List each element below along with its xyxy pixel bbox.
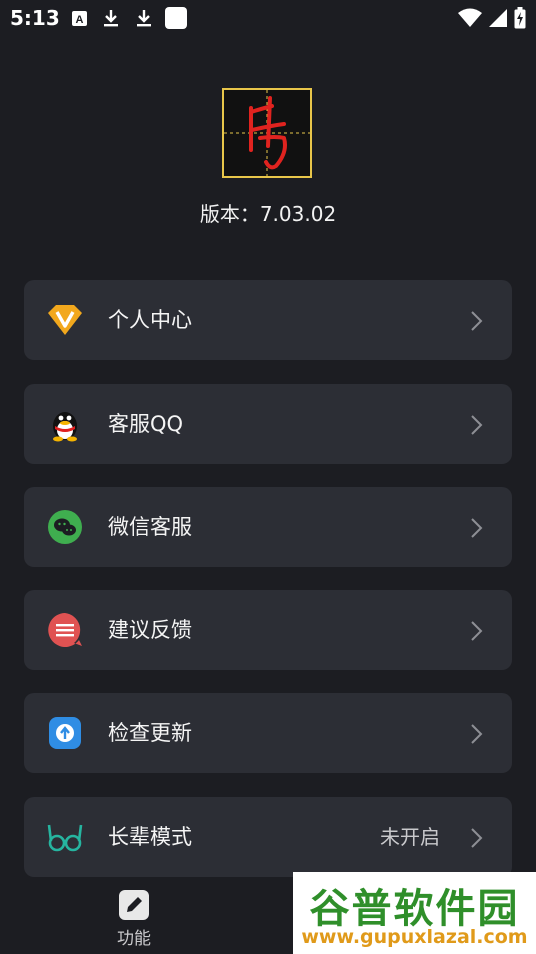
tab-label: 功能 bbox=[117, 929, 151, 949]
tab-function[interactable]: 功能 bbox=[110, 890, 158, 950]
menu-item-wechat-service[interactable]: 微信客服 bbox=[24, 487, 512, 567]
svg-text:A: A bbox=[76, 14, 84, 26]
download-icon bbox=[137, 10, 151, 27]
status-time: 5:13 bbox=[10, 6, 60, 30]
menu-item-label: 个人中心 bbox=[108, 308, 192, 332]
chevron-right-icon bbox=[471, 621, 483, 641]
signal-icon bbox=[489, 9, 507, 27]
battery-charging-icon bbox=[514, 7, 526, 29]
menu-item-label: 长辈模式 bbox=[108, 825, 192, 849]
watermark-url: www.gupuxlazal.com bbox=[301, 926, 528, 948]
feedback-icon bbox=[48, 613, 82, 647]
chevron-right-icon bbox=[471, 518, 483, 538]
a-box-icon: A bbox=[72, 11, 87, 26]
menu-item-label: 检查更新 bbox=[108, 721, 192, 745]
wechat-icon bbox=[48, 510, 82, 544]
update-icon bbox=[49, 717, 81, 749]
chevron-right-icon bbox=[471, 724, 483, 744]
vip-diamond-icon bbox=[48, 305, 82, 335]
qq-penguin-icon bbox=[53, 412, 77, 442]
edit-pencil-icon bbox=[119, 890, 149, 920]
app-square-icon bbox=[165, 7, 187, 29]
glasses-icon bbox=[47, 824, 83, 852]
elder-mode-status: 未开启 bbox=[380, 825, 440, 849]
status-bar: 5:13 A bbox=[0, 0, 536, 36]
menu-item-customer-service-qq[interactable]: 客服QQ bbox=[24, 384, 512, 464]
watermark: 谷普软件园 www.gupuxlazal.com bbox=[293, 872, 536, 954]
status-right-group bbox=[458, 7, 526, 29]
menu-item-check-update[interactable]: 检查更新 bbox=[24, 693, 512, 773]
calligraphy-logo-icon bbox=[224, 90, 310, 176]
menu-item-personal-center[interactable]: 个人中心 bbox=[24, 280, 512, 360]
chevron-right-icon bbox=[471, 828, 483, 848]
menu-item-label: 微信客服 bbox=[108, 515, 192, 539]
app-logo bbox=[222, 88, 312, 178]
version-text: 版本：7.03.02 bbox=[199, 202, 337, 226]
menu-item-label: 建议反馈 bbox=[108, 618, 192, 642]
chevron-right-icon bbox=[471, 311, 483, 331]
download-icon bbox=[104, 10, 118, 27]
menu-item-label: 客服QQ bbox=[108, 412, 184, 436]
wifi-icon bbox=[458, 8, 482, 27]
menu-item-elder-mode[interactable]: 长辈模式 未开启 bbox=[24, 797, 512, 877]
menu-item-feedback[interactable]: 建议反馈 bbox=[24, 590, 512, 670]
chevron-right-icon bbox=[471, 415, 483, 435]
